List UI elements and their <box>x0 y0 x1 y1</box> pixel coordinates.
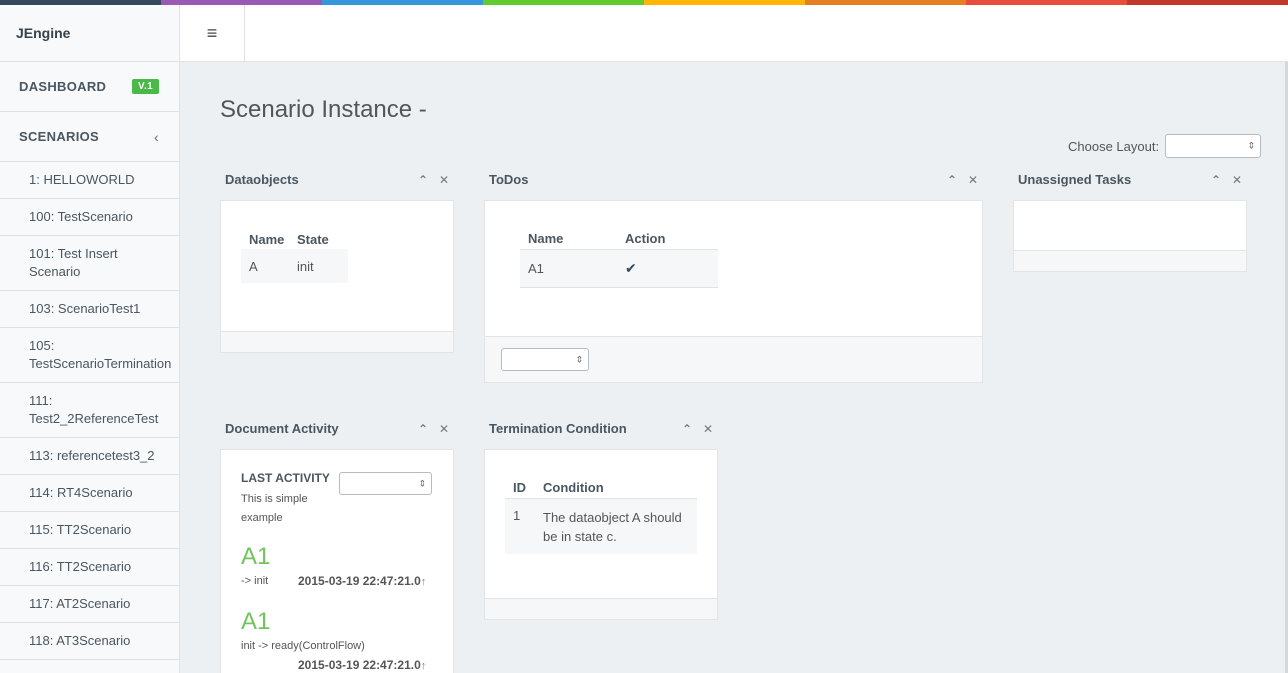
sidebar-item-scenario[interactable]: 111: Test2_2ReferenceTest <box>0 383 179 438</box>
arrow-up-icon: ↑ <box>420 576 427 588</box>
scenario-label: 103: ScenarioTest1 <box>29 301 141 316</box>
activity-timestamp-row: 2015-03-19 22:47:21.0↑ <box>298 572 426 590</box>
activity-name: A1 <box>241 543 271 570</box>
scenario-label-line2: Scenario <box>29 264 81 279</box>
column-header: ID <box>513 480 526 496</box>
table-row: A1 ✔ <box>520 249 718 287</box>
column-header: Action <box>625 231 666 247</box>
table-cell: The dataobject A should be in state c. <box>543 509 682 544</box>
activity-transition: init -> ready(ControlFlow) <box>241 640 365 652</box>
scenario-label: 115: TT2Scenario <box>29 522 132 537</box>
chevron-up-icon[interactable]: ⌃ <box>1211 173 1221 187</box>
sidebar-item-dashboard[interactable]: DASHBOARD V.1 <box>0 62 179 112</box>
scenario-label: 117: AT2Scenario <box>29 596 131 611</box>
chevron-up-icon[interactable]: ⌃ <box>947 173 957 187</box>
sidebar-item-scenario[interactable]: 116: TT2Scenario <box>0 549 179 586</box>
activity-transition: -> init <box>241 575 269 587</box>
panel-document-activity: LAST ACTIVITY This is simple example A1 … <box>220 449 454 673</box>
activity-entry: A1 init -> ready(ControlFlow) <box>241 608 365 652</box>
activity-name: A1 <box>241 608 271 635</box>
scenario-label: 116: TT2Scenario <box>29 559 132 574</box>
brand-logo[interactable]: JEngine <box>0 5 179 62</box>
table-row: 1 The dataobject A should be in state c. <box>505 498 697 554</box>
scenario-label: 118: AT3Scenario <box>29 633 131 648</box>
panel-termination-condition: ID Condition 1 The dataobject A should b… <box>484 449 718 620</box>
sidebar: JEngine DASHBOARD V.1 SCENARIOS ‹ 1: HEL… <box>0 5 180 673</box>
page-title: Scenario Instance - <box>220 96 427 123</box>
panel-title-todos: ToDos <box>489 172 529 187</box>
version-badge: V.1 <box>132 79 159 94</box>
panel-dataobjects: Name State A init <box>220 200 454 353</box>
todos-select[interactable] <box>501 348 589 371</box>
dataobjects-table: Name State A init <box>241 229 348 283</box>
panel-unassigned-tasks <box>1013 200 1247 272</box>
scenario-label: 114: RT4Scenario <box>29 485 133 500</box>
chevron-up-icon[interactable]: ⌃ <box>682 422 692 436</box>
sidebar-item-scenario[interactable]: 100: TestScenario <box>0 199 179 236</box>
scenario-label: 105: <box>29 338 55 353</box>
sidebar-item-scenario[interactable]: 118: AT3Scenario <box>0 623 179 660</box>
panel-footer <box>485 336 982 382</box>
activity-timestamp-row: 2015-03-19 22:47:21.0↑ <box>298 656 426 673</box>
table-cell: A <box>249 258 258 274</box>
choose-layout-select[interactable] <box>1165 134 1261 158</box>
todos-table: Name Action A1 ✔ <box>520 229 718 288</box>
panel-title-document-activity: Document Activity <box>225 421 339 436</box>
close-icon[interactable]: ✕ <box>968 173 978 187</box>
panel-title-termination-condition: Termination Condition <box>489 421 627 436</box>
sidebar-item-scenarios[interactable]: SCENARIOS ‹ <box>0 112 179 162</box>
table-cell: A1 <box>528 260 544 276</box>
check-icon[interactable]: ✔ <box>625 249 718 287</box>
close-icon[interactable]: ✕ <box>703 422 713 436</box>
close-icon[interactable]: ✕ <box>1232 173 1242 187</box>
sidebar-item-scenario[interactable]: 117: AT2Scenario <box>0 586 179 623</box>
column-header: Name <box>249 231 285 247</box>
panel-footer <box>221 331 453 352</box>
sidebar-item-scenario[interactable]: 103: ScenarioTest1 <box>0 291 179 328</box>
table-row: A init <box>241 249 348 283</box>
scenarios-label: SCENARIOS <box>19 129 99 144</box>
arrow-up-icon: ↑ <box>420 660 427 672</box>
panel-title-dataobjects: Dataobjects <box>225 172 299 187</box>
activity-timestamp: 2015-03-19 22:47:21.0 <box>298 574 421 588</box>
panel-title-unassigned-tasks: Unassigned Tasks <box>1018 172 1132 187</box>
sidebar-item-scenario[interactable]: 1: HELLOWORLD <box>0 162 179 199</box>
sidebar-item-scenario[interactable]: 105: TestScenarioTermination <box>0 328 179 383</box>
sidebar-item-scenario[interactable]: 115: TT2Scenario <box>0 512 179 549</box>
panel-todos: Name Action A1 ✔ <box>484 200 983 383</box>
table-cell: 1 <box>513 507 521 523</box>
scenario-label-line2: TestScenarioTermination <box>29 356 172 371</box>
sidebar-item-scenario[interactable]: 113: referencetest3_2 <box>0 438 179 475</box>
activity-select[interactable] <box>339 472 432 495</box>
activity-entry: A1 -> init <box>241 543 270 587</box>
close-icon[interactable]: ✕ <box>439 173 449 187</box>
scenario-label: 100: TestScenario <box>29 209 133 224</box>
panel-footer <box>485 598 717 619</box>
scenario-list: 1: HELLOWORLD 100: TestScenario 101: Test … <box>0 162 179 660</box>
sidebar-item-scenario[interactable]: 101: Test Insert Scenario <box>0 236 179 291</box>
scenario-label: 1: HELLOWORLD <box>29 172 135 187</box>
column-header: State <box>297 231 329 247</box>
termination-table: ID Condition 1 The dataobject A should b… <box>505 478 697 554</box>
activity-description: This is simple example <box>241 493 308 524</box>
top-header: ≡ <box>180 5 1288 62</box>
close-icon[interactable]: ✕ <box>439 422 449 436</box>
table-cell: init <box>297 258 314 274</box>
dashboard-label: DASHBOARD <box>19 79 107 94</box>
panel-footer <box>1014 250 1246 271</box>
column-header: Name <box>528 231 564 247</box>
activity-timestamp: 2015-03-19 22:47:21.0 <box>298 658 421 672</box>
hamburger-icon[interactable]: ≡ <box>180 5 245 61</box>
scenario-label-line2: Test2_2ReferenceTest <box>29 411 159 426</box>
scenario-label: 111: <box>29 393 53 408</box>
sidebar-item-scenario[interactable]: 114: RT4Scenario <box>0 475 179 512</box>
scenario-label: 101: Test Insert <box>29 246 118 261</box>
choose-layout-label: Choose Layout: <box>1068 139 1160 154</box>
chevron-left-icon: ‹ <box>154 128 159 145</box>
scenario-label: 113: referencetest3_2 <box>29 448 155 463</box>
chevron-up-icon[interactable]: ⌃ <box>418 422 428 436</box>
last-activity-label: LAST ACTIVITY <box>241 471 330 485</box>
chevron-up-icon[interactable]: ⌃ <box>418 173 428 187</box>
column-header: Condition <box>543 480 604 496</box>
